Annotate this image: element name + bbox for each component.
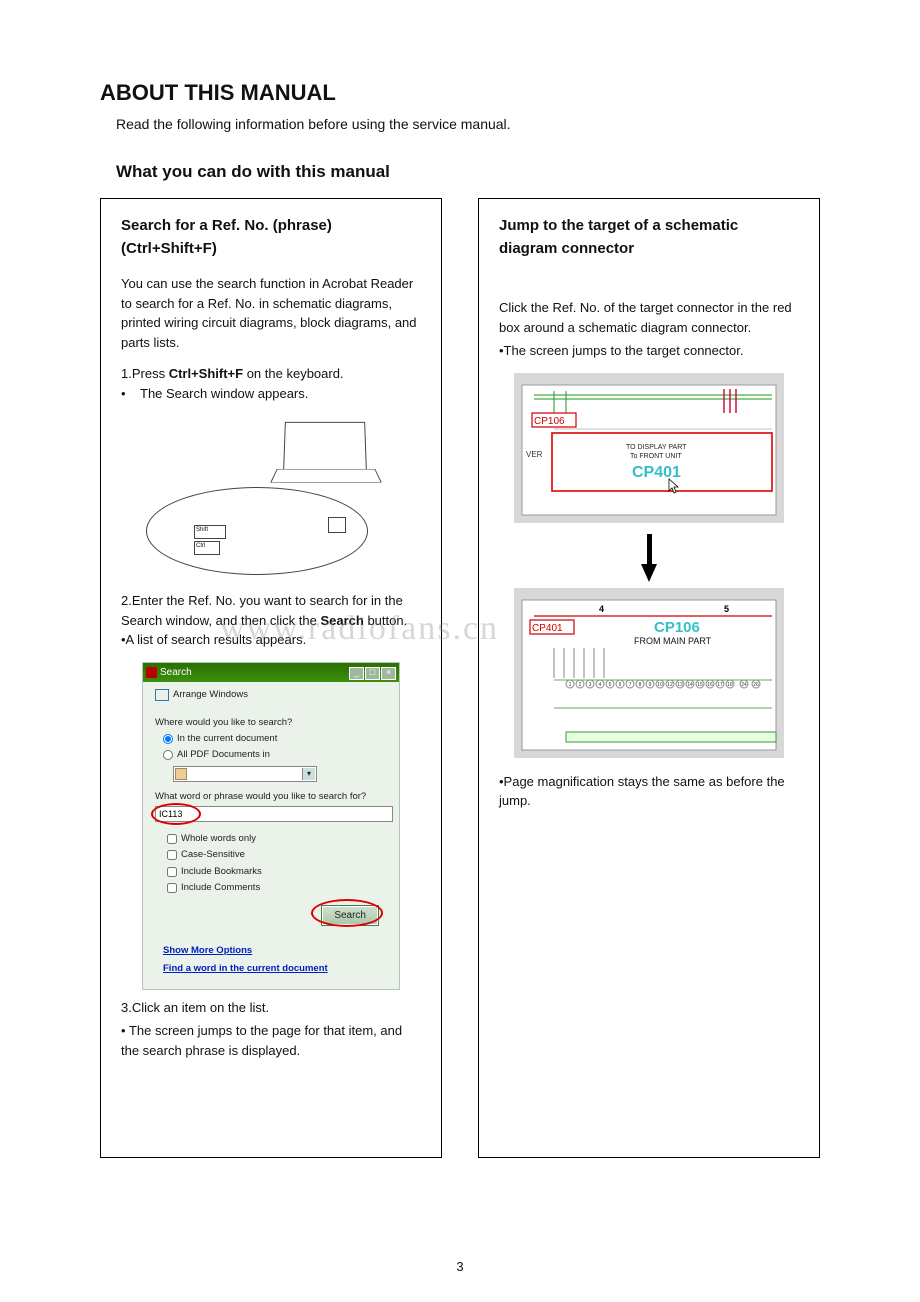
schematic-bottom-image: 4 5 CP401 CP106 FROM MAIN PART (514, 588, 784, 764)
radio-all-pdf[interactable]: All PDF Documents in (163, 748, 387, 762)
svg-text:6: 6 (619, 682, 622, 688)
radio-current-label: In the current document (177, 732, 277, 746)
to-front-unit: To FRONT UNIT (630, 453, 682, 460)
step1-key: Ctrl+Shift+F (169, 366, 243, 381)
step3: 3.Click an item on the list. (121, 998, 421, 1018)
highlight-oval-search (311, 899, 383, 927)
step1: 1.Press Ctrl+Shift+F on the keyboard. • … (121, 364, 421, 403)
two-column-layout: Search for a Ref. No. (phrase) (Ctrl+Shi… (100, 198, 820, 1158)
radio-all-label: All PDF Documents in (177, 748, 270, 762)
step2-post: button. (364, 613, 407, 628)
step1-bullet: The Search window appears. (140, 386, 308, 401)
svg-text:16: 16 (707, 682, 713, 688)
left-panel-title: Search for a Ref. No. (phrase) (Ctrl+Shi… (121, 215, 421, 260)
right-desc2: •The screen jumps to the target connecto… (499, 341, 799, 361)
svg-text:1: 1 (569, 682, 572, 688)
pdf-icon (146, 667, 157, 678)
svg-text:17: 17 (717, 682, 723, 688)
maximize-icon[interactable]: □ (365, 667, 380, 680)
chk-whole-words[interactable]: Whole words only (167, 832, 387, 846)
folder-dropdown[interactable]: ▾ (173, 766, 317, 782)
laptop-illustration: Shift Ctrl (136, 415, 406, 575)
laptop-icon (283, 422, 367, 471)
where-label: Where would you like to search? (155, 716, 387, 730)
chevron-down-icon[interactable]: ▾ (302, 768, 315, 780)
ver-label: VER (526, 450, 543, 459)
window-buttons: _□× (348, 665, 396, 680)
step1-post: on the keyboard. (243, 366, 343, 381)
word-label: What word or phrase would you like to se… (155, 790, 387, 804)
right-panel: Jump to the target of a schematic diagra… (478, 198, 820, 1158)
dialog-titlebar: Search _□× (143, 663, 399, 682)
page-number: 3 (0, 1259, 920, 1274)
svg-text:13: 13 (677, 682, 683, 688)
axis-5: 5 (724, 604, 729, 614)
right-desc1: Click the Ref. No. of the target connect… (499, 298, 799, 337)
cp401-label: CP401 (532, 623, 563, 634)
shift-key-icon: Shift (194, 525, 226, 539)
step2-bullet: •A list of search results appears. (121, 632, 306, 647)
axis-4: 4 (599, 604, 604, 614)
svg-text:10: 10 (657, 682, 663, 688)
close-icon[interactable]: × (381, 667, 396, 680)
left-panel: Search for a Ref. No. (phrase) (Ctrl+Shi… (100, 198, 442, 1158)
link-show-more[interactable]: Show More Options (163, 944, 387, 958)
arrow-stem (647, 534, 652, 564)
window-icon (155, 689, 169, 701)
f-key-icon (328, 517, 346, 533)
schematic-top-image: CP106 VER TO DISPLAY PART To FRONT UNIT … (514, 373, 784, 529)
radio-current-doc[interactable]: In the current document (163, 732, 387, 746)
folder-icon (175, 768, 187, 780)
svg-text:2: 2 (579, 682, 582, 688)
step1-pre: 1.Press (121, 366, 169, 381)
chk-bookmarks[interactable]: Include Bookmarks (167, 865, 387, 879)
schematic-1-svg: CP106 VER TO DISPLAY PART To FRONT UNIT … (514, 373, 784, 523)
svg-text:7: 7 (629, 682, 632, 688)
arrow-down-icon (641, 564, 657, 582)
highlight-oval-input (151, 803, 201, 825)
svg-text:3: 3 (589, 682, 592, 688)
cp401-target-link[interactable]: CP401 (632, 464, 681, 481)
step3-bullet: • The screen jumps to the page for that … (121, 1021, 421, 1060)
svg-text:14: 14 (687, 682, 693, 688)
radio-all-input[interactable] (163, 750, 173, 760)
manual-page: ABOUT THIS MANUAL Read the following inf… (0, 0, 920, 1302)
svg-text:18: 18 (727, 682, 733, 688)
radio-current-input[interactable] (163, 734, 173, 744)
chk-comments[interactable]: Include Comments (167, 881, 387, 895)
right-note: •Page magnification stays the same as be… (499, 772, 799, 811)
svg-text:4: 4 (599, 682, 602, 688)
svg-text:26: 26 (753, 682, 759, 688)
step2: 2.Enter the Ref. No. you want to search … (121, 591, 421, 650)
right-panel-title: Jump to the target of a schematic diagra… (499, 215, 799, 260)
svg-text:24: 24 (741, 682, 747, 688)
chk-case[interactable]: Case-Sensitive (167, 848, 387, 862)
search-dialog: Search _□× Arrange Windows Where would y… (142, 662, 400, 990)
svg-text:12: 12 (667, 682, 673, 688)
cp106-target-link[interactable]: CP106 (654, 619, 700, 636)
minimize-icon[interactable]: _ (349, 667, 364, 680)
dialog-title: Search (160, 665, 192, 680)
arrange-windows-row[interactable]: Arrange Windows (155, 688, 387, 702)
page-title: ABOUT THIS MANUAL (100, 80, 820, 106)
schematic-2-svg: 4 5 CP401 CP106 FROM MAIN PART (514, 588, 784, 758)
ctrl-key-icon: Ctrl (194, 541, 220, 555)
to-display-part: TO DISPLAY PART (626, 444, 687, 451)
step2-bold: Search (320, 613, 363, 628)
svg-text:15: 15 (697, 682, 703, 688)
section-heading: What you can do with this manual (116, 162, 820, 182)
left-desc: You can use the search function in Acrob… (121, 274, 421, 352)
arrange-label: Arrange Windows (173, 688, 248, 702)
svg-text:9: 9 (649, 682, 652, 688)
intro-text: Read the following information before us… (116, 116, 820, 132)
from-main-part: FROM MAIN PART (634, 636, 712, 646)
svg-text:5: 5 (609, 682, 612, 688)
cp106-label: CP106 (534, 416, 565, 427)
svg-text:8: 8 (639, 682, 642, 688)
link-find-word[interactable]: Find a word in the current document (163, 962, 387, 976)
